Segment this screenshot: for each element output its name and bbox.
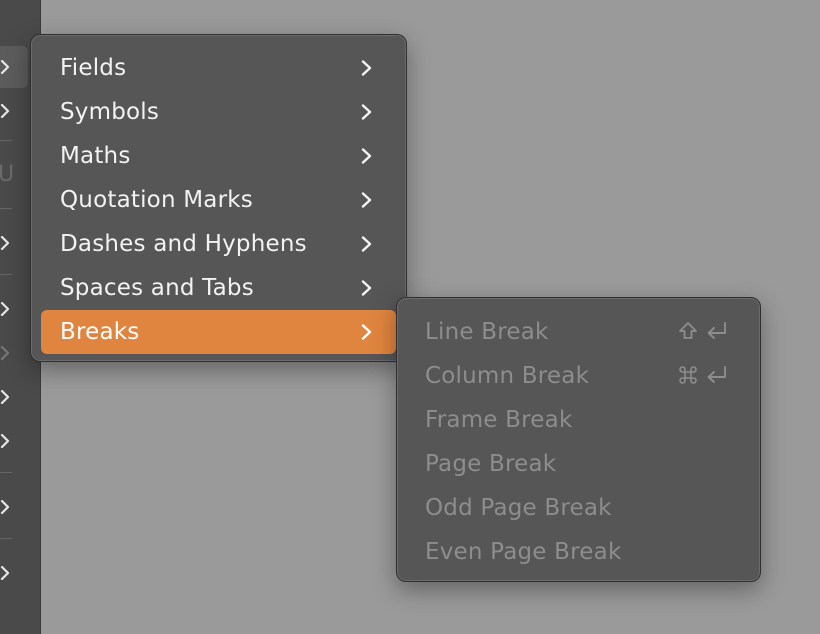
submenu-item-column-break[interactable]: Column Break	[407, 354, 750, 398]
submenu-item-line-break[interactable]: Line Break	[407, 310, 750, 354]
chevron-right-icon	[361, 324, 372, 340]
submenu-item-label: Column Break	[425, 363, 590, 389]
return-icon	[707, 322, 726, 339]
menu-item-label: Breaks	[60, 319, 140, 345]
keyboard-shortcut	[678, 321, 728, 341]
chevron-right-icon	[361, 192, 372, 208]
separator	[0, 140, 12, 141]
menu-item-symbols[interactable]: Symbols	[41, 90, 396, 134]
menu-item-label: Quotation Marks	[60, 187, 253, 213]
separator	[0, 274, 12, 275]
underline-icon: U	[0, 162, 15, 187]
submenu-item-label: Odd Page Break	[425, 495, 612, 521]
command-icon	[679, 366, 697, 384]
keyboard-shortcut	[678, 365, 728, 385]
menu-item-fields[interactable]: Fields	[41, 46, 396, 90]
chevron-right-icon	[361, 104, 372, 120]
submenu-item-even-page-break[interactable]: Even Page Break	[407, 530, 750, 574]
chevron-right-icon	[361, 280, 372, 296]
return-icon	[707, 366, 726, 383]
menu-item-dashes-and-hyphens[interactable]: Dashes and Hyphens	[41, 222, 396, 266]
menu-item-label: Symbols	[60, 99, 160, 125]
separator	[0, 208, 12, 209]
menu-item-label: Spaces and Tabs	[60, 275, 254, 301]
menu-item-maths[interactable]: Maths	[41, 134, 396, 178]
chevron-right-icon	[0, 236, 10, 250]
chevron-right-icon	[0, 500, 10, 514]
chevron-right-icon	[0, 390, 10, 404]
submenu-item-label: Page Break	[425, 451, 557, 477]
menu-item-label: Dashes and Hyphens	[60, 231, 307, 257]
separator	[0, 538, 12, 539]
menu-item-label: Fields	[60, 55, 127, 81]
chevron-right-icon	[0, 566, 10, 580]
chevron-right-icon	[0, 302, 10, 316]
submenu-item-frame-break[interactable]: Frame Break	[407, 398, 750, 442]
submenu-item-page-break[interactable]: Page Break	[407, 442, 750, 486]
submenu-item-label: Line Break	[425, 319, 549, 345]
submenu-item-odd-page-break[interactable]: Odd Page Break	[407, 486, 750, 530]
submenu-item-label: Frame Break	[425, 407, 573, 433]
menu-item-quotation-marks[interactable]: Quotation Marks	[41, 178, 396, 222]
insert-menu: Fields Symbols Maths Quotation Marks Das…	[30, 34, 407, 362]
menu-item-breaks[interactable]: Breaks	[41, 310, 396, 354]
breaks-submenu: Line Break Column Break Frame Break Page…	[396, 297, 761, 582]
chevron-right-icon	[361, 236, 372, 252]
chevron-right-icon	[0, 346, 10, 360]
menu-item-label: Maths	[60, 143, 131, 169]
chevron-right-icon	[0, 104, 10, 118]
submenu-item-label: Even Page Break	[425, 539, 622, 565]
chevron-right-icon	[0, 434, 10, 448]
shift-icon	[679, 322, 697, 339]
chevron-right-icon	[361, 60, 372, 76]
chevron-right-icon	[361, 148, 372, 164]
menu-item-spaces-and-tabs[interactable]: Spaces and Tabs	[41, 266, 396, 310]
separator	[0, 472, 12, 473]
chevron-right-icon	[0, 60, 10, 74]
